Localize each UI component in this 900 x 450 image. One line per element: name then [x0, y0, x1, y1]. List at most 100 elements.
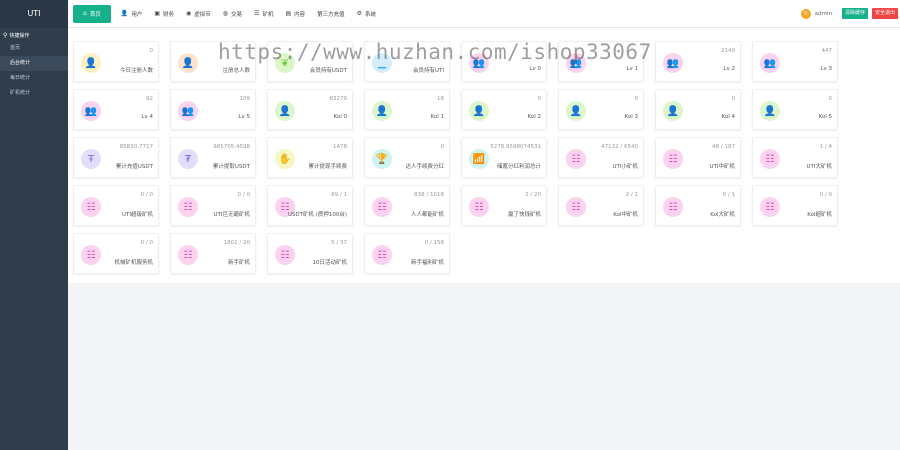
top-navbar: ⌂ 首页 👤 用户 ▣ 财务 ◉ 虚拟币 ◍ 交易 ☰ 矿机 ▤ 内容 第三方充值 ⚙ 系统 0 admin 清… — [68, 0, 900, 28]
stat-value: 0 / 0 — [140, 192, 153, 198]
stat-value: 0 / 0 — [237, 192, 250, 198]
stat-card: ☷ 48 / 187 UTI中矿机 — [655, 137, 741, 178]
stat-card: 👥 92 Lv 4 — [73, 89, 159, 130]
clear-cache-button[interactable]: 清除缓存 — [841, 8, 868, 19]
stat-label: Lv 3 — [820, 66, 832, 72]
stat-card: 👤 0 Kol 2 — [461, 89, 547, 130]
tab-5[interactable]: ☰ 矿机 — [248, 5, 279, 23]
stat-value: 92 — [146, 96, 153, 102]
stat-label: UTI小矿机 — [612, 164, 638, 170]
home-icon: ⌂ — [83, 10, 87, 17]
stat-card: 📶 5278.8598074531 储蓄分红利润总计 — [461, 137, 547, 178]
stat-card: 👤 0 今日注册人数 — [73, 41, 159, 82]
tab-2[interactable]: ▣ 财务 — [148, 5, 180, 23]
stat-label: 今日注册人数 — [119, 68, 153, 74]
user-icon: 👤 — [760, 101, 780, 121]
notification-badge[interactable]: 0 — [800, 8, 811, 19]
sidebar-item-backend-stats[interactable]: 后台统计 — [0, 56, 68, 71]
stat-label: UTI中矿机 — [709, 164, 735, 170]
tab-label: 虚拟币 — [194, 11, 211, 18]
stat-value: 18 — [437, 96, 444, 102]
stat-card: 🏆 0 达人手续费分红 — [364, 137, 450, 178]
stat-value: 1 / 4 — [819, 144, 832, 150]
stat-card: 👥 2149 Lv 2 — [655, 41, 741, 82]
gear-icon: ⚙ — [356, 10, 363, 17]
stat-label: 人人都能矿机 — [410, 212, 444, 218]
stat-value: 0 — [634, 96, 639, 102]
stat-label: Lv 2 — [723, 66, 735, 72]
tab-7[interactable]: 第三方充值 — [311, 5, 351, 23]
sidebar-section-shortcuts[interactable]: ⚲ 快捷操作 — [0, 29, 68, 41]
stat-value: 447 — [821, 48, 833, 54]
miner-icon: ☷ — [81, 197, 101, 217]
sidebar-item-home[interactable]: 首页 — [0, 41, 68, 56]
user-name[interactable]: admin — [815, 11, 832, 17]
stats-grid: 👤 0 今日注册人数 👤 注册总人数 ❦ 会员持有USDT ▁ 会员持有UTI 👥 Lv 0 👥 Lv … — [73, 41, 838, 274]
stat-card: ☷ 0 / 0 UTI超级矿机 — [73, 185, 159, 226]
tab-8[interactable]: ⚙ 系统 — [351, 5, 382, 23]
miner-icon: ☷ — [178, 245, 198, 265]
stat-card: Ŧ 85830.7717 累计充值USDT — [73, 137, 159, 178]
stat-value: 89 / 1 — [331, 192, 347, 198]
user-icon: 👤 — [469, 101, 489, 121]
stat-label: Kol 4 — [721, 114, 735, 120]
stat-card: ☷ 0 / 0 机械矿机服务机 — [73, 233, 159, 274]
group-icon: 👥 — [760, 53, 780, 73]
currency-icon: Ŧ — [81, 149, 101, 169]
hand-coin-icon: ✋ — [275, 149, 295, 169]
stat-value: 0 / 0 — [819, 192, 832, 198]
stat-card: ✋ 1478 累计提现手续费 — [267, 137, 353, 178]
tab-label: 矿机 — [262, 11, 274, 18]
stat-card: ☷ 1801 / 20 新手矿机 — [170, 233, 256, 274]
stat-label: Kol中矿机 — [613, 212, 638, 218]
stat-label: UTI大矿机 — [806, 164, 832, 170]
stat-value: 2 / 20 — [525, 192, 541, 198]
stat-value: 0 — [537, 96, 542, 102]
stat-value: 0 — [440, 144, 445, 150]
stat-label: Kol超矿机 — [807, 212, 832, 218]
sidebar-item-daily-stats[interactable]: 每日统计 — [0, 71, 68, 86]
stat-value: 85830.7717 — [119, 144, 153, 150]
dashboard-content: 👤 0 今日注册人数 👤 注册总人数 ❦ 会员持有USDT ▁ 会员持有UTI 👥 Lv 0 👥 Lv … — [68, 28, 900, 283]
wallet-icon: ▣ — [154, 10, 160, 17]
stat-label: Lv 0 — [529, 66, 541, 72]
stat-label: 赢了快钱矿机 — [507, 212, 541, 218]
tab-4[interactable]: ◍ 交易 — [217, 5, 248, 23]
tab-1[interactable]: 👤 用户 — [115, 5, 149, 23]
stat-label: Kol 5 — [818, 114, 832, 120]
user-icon: 👤 — [663, 101, 683, 121]
user-icon: 👤 — [372, 101, 392, 121]
tab-6[interactable]: ▤ 内容 — [279, 5, 311, 23]
tab-label: 系统 — [365, 11, 377, 18]
miner-icon: ☷ — [178, 197, 198, 217]
stat-value: 2149 — [721, 48, 735, 54]
stat-value: 0 / 0 — [140, 240, 153, 246]
sidebar-item-miner-stats[interactable]: 矿机统计 — [0, 86, 68, 101]
stat-card: ☷ 1 / 4 UTI大矿机 — [752, 137, 838, 178]
stat-card: 👤 0 Kol 5 — [752, 89, 838, 130]
stat-label: Kol 1 — [430, 114, 444, 120]
miner-icon: ☷ — [760, 197, 780, 217]
stat-value: 5278.8598074531 — [490, 144, 541, 150]
watermark: https://www.huzhan.com/ishop33067 — [218, 40, 652, 64]
tab-label: 首页 — [89, 11, 101, 18]
content-icon: ▤ — [285, 10, 292, 17]
stat-label: USDT矿机 (质押100台) — [287, 212, 347, 218]
stat-card: ☷ 838 / 1018 人人都能矿机 — [364, 185, 450, 226]
group-icon: 👥 — [663, 53, 683, 73]
stat-label: 会员持有UTI — [412, 68, 444, 74]
tab-label: 第三方充值 — [317, 11, 345, 18]
tab-3[interactable]: ◉ 虚拟币 — [180, 5, 217, 23]
stat-label: 新手福利矿机 — [410, 260, 444, 266]
tab-0[interactable]: ⌂ 首页 — [73, 4, 111, 23]
stat-value: 0 — [828, 96, 833, 102]
trophy-icon: 🏆 — [372, 149, 392, 169]
logout-button[interactable]: 安全退出 — [871, 8, 898, 19]
brand-logo: UTI — [0, 0, 68, 28]
stat-card: 👤 0 Kol 4 — [655, 89, 741, 130]
stat-value: 1801 / 20 — [223, 240, 250, 246]
stat-value: 0 — [731, 96, 736, 102]
user-icon: 👤 — [178, 53, 198, 73]
miner-icon: ☷ — [566, 149, 586, 169]
stat-value: 0 — [149, 48, 154, 54]
